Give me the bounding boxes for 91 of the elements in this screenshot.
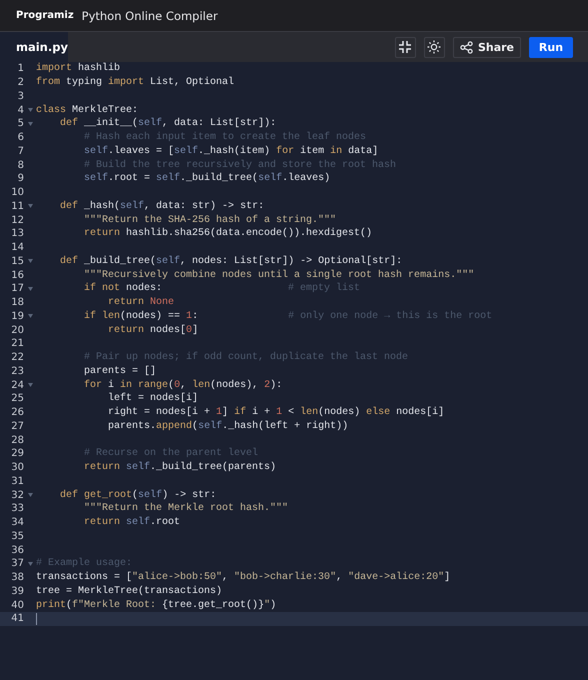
line-number: 37 <box>10 558 24 570</box>
line-number: 40 <box>10 600 24 611</box>
line-number: 33 <box>10 503 24 514</box>
code-line: parents.append(self._hash(left + right)) <box>107 420 348 432</box>
code-line: # Hash each input item to create the leaf nodes <box>83 132 366 144</box>
line-number: 5 <box>16 118 24 130</box>
code-line: right = nodes[i + 1] if i + 1 < len(nodes) else nodes[i] <box>107 407 444 418</box>
line-number: 13 <box>10 228 24 240</box>
line-number: 16 <box>10 270 24 281</box>
fold-caret-icon[interactable] <box>28 383 32 388</box>
line-number: 7 <box>16 146 24 157</box>
fold-caret-icon[interactable] <box>28 562 32 566</box>
code-line: # Pair up nodes; if odd count, duplicate the last node <box>83 352 408 364</box>
fold-caret-icon[interactable] <box>28 314 32 318</box>
line-number: 27 <box>10 420 24 432</box>
line-number: 22 <box>10 352 24 364</box>
line-number: 4 <box>16 104 24 116</box>
fold-caret-icon[interactable] <box>28 204 32 208</box>
line-number: 24 <box>10 380 24 391</box>
file-tab[interactable]: main.py <box>0 32 68 62</box>
code-line: """Return the SHA-256 hash of a string.""" <box>83 214 336 226</box>
code-line: def __init__(self, data: List[str]): <box>59 118 276 130</box>
fold-caret-icon[interactable] <box>28 259 32 264</box>
line-number: 3 <box>16 90 24 102</box>
line-number: 18 <box>10 297 24 308</box>
line-number: 26 <box>10 407 24 418</box>
code-line: if not nodes: # empty list <box>83 283 360 294</box>
line-number: 19 <box>10 310 24 322</box>
line-number: 17 <box>10 283 24 294</box>
line-number: 21 <box>10 338 24 350</box>
code-line: if len(nodes) == 1: # only one node → this is the root <box>83 310 492 322</box>
share-button[interactable]: Share <box>452 36 521 58</box>
code-line: print(f"Merkle Root: {tree.get_root()}") <box>36 600 276 611</box>
line-number: 14 <box>10 242 24 254</box>
line-number: 11 <box>10 200 24 212</box>
app-title: Python Online Compiler <box>82 8 218 22</box>
text-cursor <box>36 612 37 625</box>
line-number: 34 <box>10 517 24 528</box>
line-number: 10 <box>10 187 24 198</box>
line-number: 25 <box>10 393 24 404</box>
line-number: 9 <box>16 173 24 184</box>
line-number: 28 <box>10 434 24 446</box>
code-line: def get_root(self) -> str: <box>59 490 216 501</box>
code-line: # Recurse on the parent level <box>83 448 258 460</box>
code-line: tree = MerkleTree(transactions) <box>36 586 222 597</box>
line-number: 29 <box>10 448 24 460</box>
line-number: 2 <box>16 77 24 88</box>
line-number: 8 <box>16 160 24 171</box>
line-number: 23 <box>10 366 24 377</box>
code-line: def _build_tree(self, nodes: List[str]) -> Optional[str]: <box>59 256 402 267</box>
fold-caret-icon[interactable] <box>28 286 32 291</box>
line-number: 6 <box>16 132 24 144</box>
code-line: return self._build_tree(parents) <box>83 462 276 474</box>
code-line: return None <box>107 297 174 308</box>
sun-icon[interactable] <box>424 36 445 58</box>
code-line: return nodes[0] <box>107 324 198 336</box>
brand-logo[interactable]: Programiz <box>16 10 74 21</box>
line-number: 30 <box>10 462 24 474</box>
run-button[interactable]: Run <box>529 36 573 58</box>
line-number: 32 <box>10 490 24 501</box>
line-number: 12 <box>10 214 24 226</box>
share-icon <box>460 40 473 54</box>
code-line: class MerkleTree: <box>36 104 138 116</box>
line-number: 15 <box>10 256 24 267</box>
code-line: """Return the Merkle root hash.""" <box>83 503 288 514</box>
line-number: 20 <box>10 324 24 336</box>
code-line: # Example usage: <box>36 558 132 570</box>
code-line: transactions = ["alice->bob:50", "bob->charlie:30", "dave->alice:20"] <box>36 572 450 584</box>
code-line: self.root = self._build_tree(self.leaves) <box>83 173 330 184</box>
code-line: return hashlib.sha256(data.encode()).hexdigest() <box>83 228 372 240</box>
code-line: self.leaves = [self._hash(item) for item in data] <box>83 146 378 157</box>
code-line: # Build the tree recursively and store the root hash <box>83 160 396 171</box>
line-number: 38 <box>10 572 24 584</box>
collapse-icon[interactable] <box>394 36 416 58</box>
code-line: for i in range(0, len(nodes), 2): <box>83 380 282 391</box>
code-line: def _hash(self, data: str) -> str: <box>59 200 264 212</box>
code-line: import hashlib <box>36 63 120 74</box>
fold-caret-icon[interactable] <box>28 122 32 126</box>
code-line: return self.root <box>83 517 180 528</box>
line-number: 1 <box>16 63 24 74</box>
line-number: 35 <box>10 530 24 542</box>
line-number: 36 <box>10 544 24 556</box>
code-line: from typing import List, Optional <box>36 77 234 88</box>
line-number: 41 <box>10 613 24 624</box>
code-line: left = nodes[i] <box>107 393 198 404</box>
fold-caret-icon[interactable] <box>28 108 32 112</box>
code-line: """Recursively combine nodes until a single root hash remains.""" <box>83 270 474 281</box>
line-number: 39 <box>10 586 24 597</box>
code-line: parents = [] <box>83 366 156 377</box>
fold-caret-icon[interactable] <box>28 493 32 498</box>
line-number: 31 <box>10 476 24 487</box>
